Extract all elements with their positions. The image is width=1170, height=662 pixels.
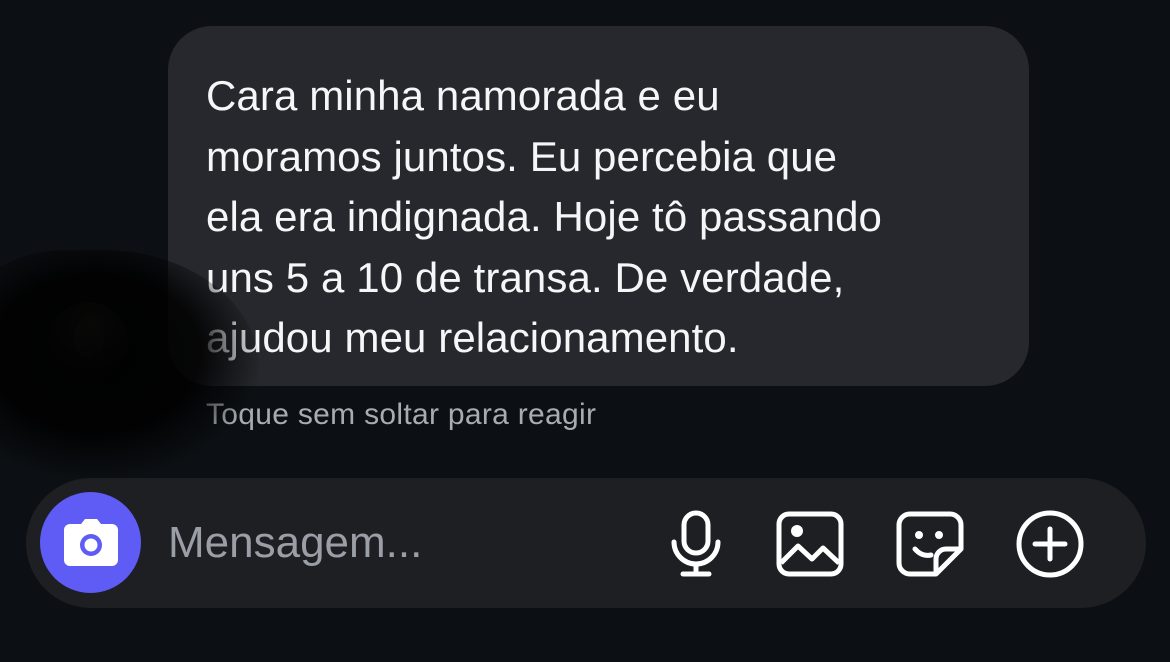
- sender-avatar[interactable]: [48, 302, 128, 382]
- microphone-icon: [671, 510, 721, 577]
- plus-circle-icon: [1016, 510, 1084, 578]
- message-text: Cara minha namorada e eu moramos juntos.…: [206, 72, 882, 361]
- avatar-photo: [74, 318, 104, 358]
- sticker-button[interactable]: [894, 508, 966, 580]
- reaction-hint: Toque sem soltar para reagir: [206, 398, 597, 431]
- camera-button[interactable]: [40, 492, 141, 593]
- sticker-icon: [896, 511, 964, 577]
- more-button[interactable]: [1014, 508, 1086, 580]
- message-composer: [26, 478, 1146, 608]
- gallery-button[interactable]: [774, 508, 846, 580]
- image-icon: [776, 511, 844, 577]
- microphone-button[interactable]: [660, 508, 732, 580]
- message-thread: Cara minha namorada e eu moramos juntos.…: [0, 0, 1170, 480]
- message-input[interactable]: [168, 508, 628, 578]
- message-bubble[interactable]: Cara minha namorada e eu moramos juntos.…: [168, 26, 1029, 386]
- camera-icon: [63, 518, 118, 566]
